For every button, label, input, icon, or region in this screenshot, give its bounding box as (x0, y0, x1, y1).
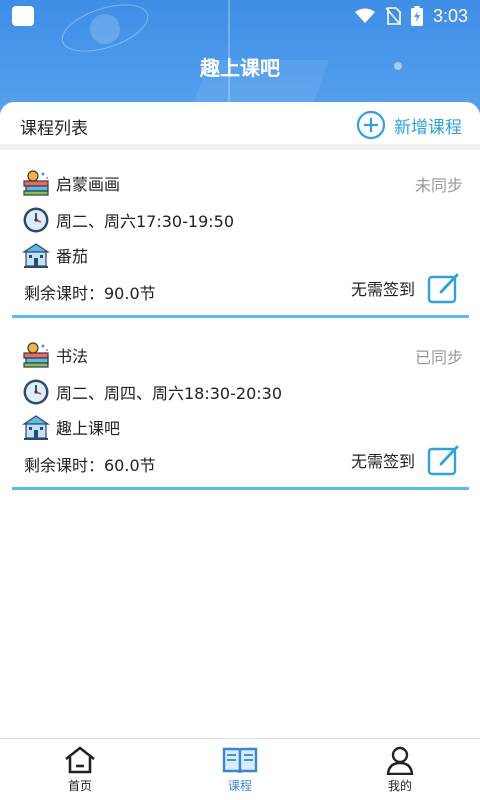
remaining-hours: 剩余课时：90.0节 (24, 280, 156, 304)
nav-profile[interactable]: 我的 (320, 739, 480, 800)
add-circle-icon (356, 110, 386, 140)
school-building-icon (22, 415, 50, 440)
clock-icon (23, 379, 49, 405)
signin-status: 无需签到 (350, 452, 415, 471)
location-row: 趣上课吧 (22, 414, 120, 440)
notification-icon (12, 6, 34, 26)
course-books-icon (23, 170, 49, 196)
course-books-icon (23, 342, 49, 368)
schedule-row: 周二、周六17:30-19:50 (22, 206, 234, 234)
course-list-title: 课程列表 (20, 119, 88, 139)
nav-profile-label: 我的 (387, 779, 412, 793)
school-building-icon (22, 243, 50, 268)
sync-status: 已同步 (414, 348, 463, 367)
no-sim-icon (385, 7, 401, 25)
remaining-hours-text: 剩余课时：60.0节 (24, 456, 156, 475)
nav-courses[interactable]: 课程 (160, 739, 320, 800)
nav-home-label: 首页 (67, 779, 92, 793)
wifi-icon (354, 8, 375, 23)
battery-charging-icon (410, 6, 423, 26)
sync-status: 未同步 (414, 176, 463, 195)
profile-icon (386, 746, 414, 775)
home-icon (65, 746, 95, 774)
location-row: 番茄 (22, 242, 88, 268)
bottom-navigation: 首页 课程 我的 (0, 738, 480, 800)
schedule-row: 周二、周四、周六18:30-20:30 (22, 378, 282, 406)
course-name: 书法 (56, 347, 89, 366)
nav-courses-label: 课程 (227, 779, 252, 793)
page-title: 趣上课吧 (200, 56, 280, 80)
status-icons: 3:03 (354, 4, 468, 28)
add-course-button[interactable]: 新增课程 (356, 110, 462, 140)
clock-time: 3:03 (432, 5, 468, 26)
course-name-row: 启蒙画画 (22, 170, 120, 196)
signin-area[interactable]: 无需签到 (351, 272, 461, 304)
book-icon (222, 747, 258, 774)
course-name: 启蒙画画 (56, 175, 121, 194)
course-card[interactable]: 书法 已同步 周二、周四、周六18:30-20:30 趣上课吧 剩余课时：60.… (12, 330, 469, 490)
status-bar: 3:03 (0, 0, 480, 32)
remaining-hours: 剩余课时：60.0节 (24, 452, 156, 476)
course-schedule: 周二、周四、周六18:30-20:30 (56, 384, 282, 403)
course-location: 番茄 (56, 247, 89, 266)
course-schedule: 周二、周六17:30-19:50 (56, 212, 234, 231)
course-panel: 课程列表 新增课程 启蒙画画 未同步 周二、周六17:30-19:50 番茄 剩… (0, 102, 480, 738)
nav-home[interactable]: 首页 (0, 739, 160, 800)
course-list-header: 课程列表 新增课程 (0, 102, 480, 150)
course-location: 趣上课吧 (56, 419, 121, 438)
clock-icon (23, 207, 49, 233)
signin-area[interactable]: 无需签到 (351, 444, 461, 476)
remaining-hours-text: 剩余课时：90.0节 (24, 284, 156, 303)
edit-icon[interactable] (427, 272, 461, 304)
signin-status: 无需签到 (350, 280, 415, 299)
course-card[interactable]: 启蒙画画 未同步 周二、周六17:30-19:50 番茄 剩余课时：90.0节 … (12, 158, 469, 318)
add-course-label: 新增课程 (394, 117, 462, 138)
edit-icon[interactable] (427, 444, 461, 476)
course-name-row: 书法 (22, 342, 88, 368)
